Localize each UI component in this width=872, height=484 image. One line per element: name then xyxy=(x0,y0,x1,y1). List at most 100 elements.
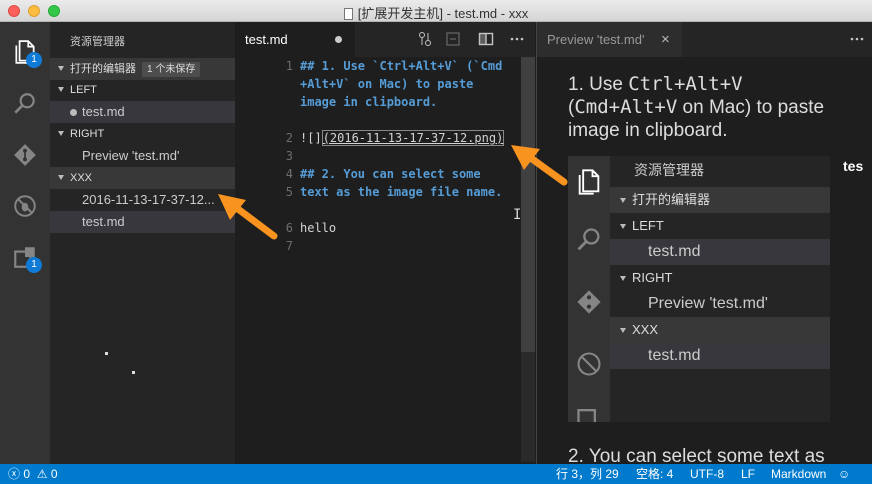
code-line: ## 1. Use `Ctrl+Alt+V` (`Cmd xyxy=(300,59,503,73)
code-line: text as the image file name. xyxy=(300,185,503,199)
markdown-preview: 1. Use Ctrl+Alt+V (Cmd+Alt+V on Mac) to … xyxy=(536,57,872,464)
image-cut-text: tes xyxy=(843,158,864,174)
scm-activity-button[interactable] xyxy=(0,135,50,175)
preview-inline-code: Ctrl+Alt+V xyxy=(628,73,743,95)
search-icon xyxy=(14,93,35,114)
close-icon[interactable]: × xyxy=(661,22,670,57)
tab-test-md[interactable]: test.md xyxy=(235,22,355,57)
image-label: RIGHT xyxy=(632,270,673,285)
image-group-header: XXX xyxy=(610,317,830,343)
line-number: 2 xyxy=(285,131,293,145)
editor-tab-bar: test.md xyxy=(235,22,535,57)
image-open-editors-header: 打开的编辑器 xyxy=(610,187,830,213)
problems-indicator[interactable]: ⓧ 0 ⚠ 0 xyxy=(8,464,58,484)
code-line: image in clipboard. xyxy=(300,95,438,109)
group-label: LEFT xyxy=(70,84,97,96)
group-header-left[interactable]: LEFT xyxy=(50,79,235,101)
status-bar: ⓧ 0 ⚠ 0 行 3，列 29 空格: 4 UTF-8 LF Markdown… xyxy=(0,464,872,484)
unsaved-badge: 1 个未保存 xyxy=(142,62,201,77)
pixel-mark xyxy=(105,352,108,355)
markdown-editor[interactable]: 1 2 3 4 5 6 7 ## 1. Use `Ctrl+Alt+V` (`C… xyxy=(235,57,535,464)
preview-text: 1. Use xyxy=(568,74,629,95)
end-of-line[interactable]: LF xyxy=(741,464,755,484)
preview-tab-bar: Preview 'test.md' × xyxy=(536,22,872,57)
git-icon xyxy=(14,144,36,166)
collapse-icon xyxy=(620,198,626,203)
preview-icon[interactable] xyxy=(445,31,461,47)
open-editor-item[interactable]: test.md xyxy=(50,101,235,123)
folder-header-xxx[interactable]: XXX xyxy=(50,167,235,189)
files-icon xyxy=(568,162,610,202)
code-line: +Alt+V` on Mac) to paste xyxy=(300,77,474,91)
collapse-icon xyxy=(620,328,626,333)
annotation-arrow-icon xyxy=(511,145,568,186)
image-activity-bar xyxy=(568,156,610,422)
open-editors-label: 打开的编辑器 xyxy=(70,63,136,75)
explorer-badge: 1 xyxy=(26,52,42,68)
pixel-mark xyxy=(132,371,135,374)
cursor-position[interactable]: 行 3，列 29 xyxy=(556,464,619,484)
group-label: RIGHT xyxy=(70,128,105,140)
group-header-right[interactable]: RIGHT xyxy=(50,123,235,145)
code-line: hello xyxy=(300,221,337,235)
unsaved-dot-icon xyxy=(70,109,77,116)
editor-scrollbar-track[interactable] xyxy=(521,352,535,462)
file-item[interactable]: 2016-11-13-17-37-12... xyxy=(50,189,235,211)
preview-text: image in clipboard. xyxy=(568,120,728,141)
tab-label: Preview 'test.md' xyxy=(547,32,645,47)
tab-preview-test-md[interactable]: Preview 'test.md' × xyxy=(537,22,682,57)
file-label: test.md xyxy=(82,214,125,229)
window-title: [扩展开发主机] - test.md - xxx xyxy=(357,6,529,21)
editor-scrollbar-thumb[interactable] xyxy=(521,57,535,352)
collapse-icon xyxy=(58,175,64,180)
encoding[interactable]: UTF-8 xyxy=(690,464,724,484)
window-title-wrap: [扩展开发主机] - test.md - xxx xyxy=(0,3,872,22)
collapse-icon xyxy=(58,131,64,136)
extensions-badge: 1 xyxy=(26,257,42,273)
file-item[interactable]: test.md xyxy=(50,211,235,233)
activity-bar: 1 1 xyxy=(0,22,50,464)
more-actions-icon[interactable] xyxy=(509,31,525,47)
file-label: 2016-11-13-17-37-12... xyxy=(82,192,215,207)
preview-paragraph-2: 2. You can select some text as xyxy=(568,446,825,464)
debug-activity-button[interactable] xyxy=(0,186,50,226)
image-item: test.md xyxy=(610,239,830,265)
code-line: ![](2016-11-13-17-37-12.png) xyxy=(300,130,505,146)
line-number: 3 xyxy=(285,149,293,163)
image-sidebar: 资源管理器 打开的编辑器 LEFT test.md RIGHT Preview … xyxy=(610,156,830,422)
sidebar-title: 资源管理器 xyxy=(70,36,125,48)
indentation[interactable]: 空格: 4 xyxy=(636,464,673,484)
debug-icon xyxy=(568,344,610,384)
language-mode[interactable]: Markdown xyxy=(771,464,826,484)
open-editors-header[interactable]: 打开的编辑器 1 个未保存 xyxy=(50,58,235,80)
image-link-text: (2016-11-13-17-37-12.png) xyxy=(321,130,505,146)
collapse-icon xyxy=(58,87,64,92)
image-group-header: LEFT xyxy=(610,213,830,239)
image-sidebar-title: 资源管理器 xyxy=(634,162,704,178)
image-group-header: RIGHT xyxy=(610,265,830,291)
explorer-activity-button[interactable]: 1 xyxy=(0,32,50,72)
line-number: 1 xyxy=(285,59,293,73)
open-changes-icon[interactable] xyxy=(417,31,433,47)
preview-image: 资源管理器 打开的编辑器 LEFT test.md RIGHT Preview … xyxy=(568,156,872,422)
preview-inline-code: Cmd+Alt+V xyxy=(574,96,678,118)
search-activity-button[interactable] xyxy=(0,84,50,124)
git-icon xyxy=(568,282,610,322)
image-label: XXX xyxy=(632,322,659,337)
open-editor-label: test.md xyxy=(82,104,125,119)
image-syntax: ![] xyxy=(300,131,322,145)
split-editor-icon[interactable] xyxy=(478,31,494,47)
more-actions-icon[interactable] xyxy=(849,31,865,47)
collapse-icon xyxy=(620,224,626,229)
debug-icon xyxy=(14,195,36,217)
annotation-arrow-icon xyxy=(218,194,278,240)
warning-count: 0 xyxy=(50,467,58,481)
feedback-icon[interactable]: ☺ xyxy=(838,464,850,484)
collapse-icon xyxy=(58,66,64,71)
open-editor-item[interactable]: Preview 'test.md' xyxy=(50,145,235,167)
search-icon xyxy=(568,220,610,260)
folder-label: XXX xyxy=(70,172,93,184)
unsaved-dot-icon xyxy=(335,36,342,43)
image-label: 打开的编辑器 xyxy=(632,192,711,207)
extensions-activity-button[interactable]: 1 xyxy=(0,237,50,277)
